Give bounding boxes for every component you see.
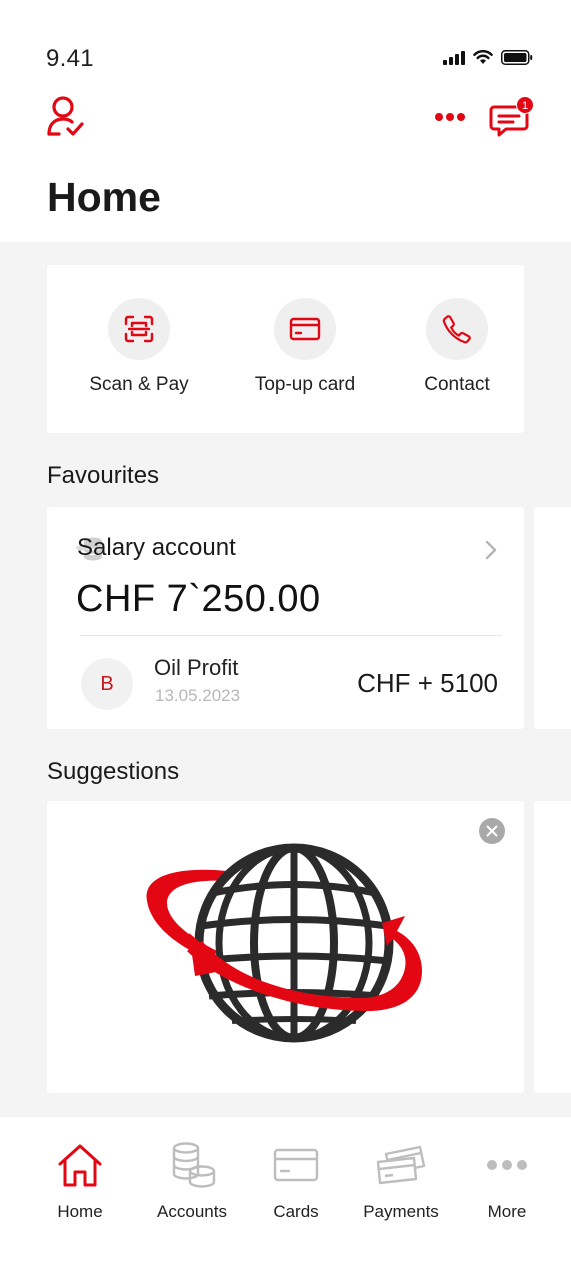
tab-home[interactable]: Home xyxy=(25,1137,135,1222)
coins-icon xyxy=(172,1142,216,1188)
quick-action-scan-pay[interactable]: Scan & Pay xyxy=(86,298,192,396)
status-time: 9.41 xyxy=(46,45,94,72)
profile-button[interactable] xyxy=(44,94,88,142)
next-favourite-card-peek[interactable] xyxy=(534,507,571,729)
quick-action-top-up-card[interactable]: Top-up card xyxy=(245,298,365,396)
suggestion-card[interactable] xyxy=(47,801,524,1093)
quick-action-label: Top-up card xyxy=(254,374,356,395)
transaction-date: 13.05.2023 xyxy=(155,686,241,705)
transaction-amount: CHF + 5100 xyxy=(357,668,498,698)
status-icons xyxy=(443,50,533,65)
next-suggestion-card-peek[interactable] xyxy=(534,801,571,1093)
phone-icon xyxy=(442,315,471,344)
signal-icon xyxy=(443,50,465,65)
suggestions-title: Suggestions xyxy=(47,758,180,785)
wifi-icon xyxy=(473,50,493,64)
tab-payments[interactable]: Payments xyxy=(346,1137,456,1222)
tab-accounts[interactable]: Accounts xyxy=(137,1137,247,1222)
close-suggestion-button[interactable] xyxy=(479,818,505,844)
tab-label: Accounts xyxy=(157,1202,227,1221)
card-icon xyxy=(273,1148,319,1182)
home-icon xyxy=(58,1144,102,1187)
more-dots-icon xyxy=(487,1160,527,1170)
scan-icon xyxy=(124,315,154,343)
tab-label: Home xyxy=(57,1202,103,1221)
quick-action-contact[interactable]: Contact xyxy=(407,298,507,396)
more-dots-icon xyxy=(435,113,465,121)
transaction-name: Oil Profit xyxy=(154,655,239,680)
account-name: Salary account xyxy=(77,534,236,561)
payments-icon xyxy=(376,1145,426,1185)
page-title: Home xyxy=(47,174,161,220)
more-options-button[interactable] xyxy=(434,108,466,126)
card-icon xyxy=(289,317,321,341)
tab-label: Cards xyxy=(273,1202,319,1221)
account-balance: CHF 7`250.00 xyxy=(76,578,321,620)
globe-arrows-illustration xyxy=(146,843,422,1043)
quick-action-label: Contact xyxy=(424,374,490,395)
divider xyxy=(80,635,502,636)
tab-cards[interactable]: Cards xyxy=(241,1137,351,1222)
notification-badge: 1 xyxy=(516,96,534,114)
quick-actions-card: Scan & Pay Top-up card Contact xyxy=(47,265,524,433)
close-icon xyxy=(486,825,498,837)
chevron-right-icon[interactable] xyxy=(484,539,498,561)
favourites-title: Favourites xyxy=(47,462,160,489)
battery-icon xyxy=(501,50,533,65)
quick-action-label: Scan & Pay xyxy=(89,374,189,395)
tab-more[interactable]: More xyxy=(452,1137,562,1222)
tab-label: Payments xyxy=(363,1202,439,1221)
bottom-tab-bar: Home Accounts Cards Payments More xyxy=(0,1117,571,1280)
tab-label: More xyxy=(487,1202,527,1221)
user-check-icon xyxy=(47,96,84,136)
avatar: B xyxy=(81,658,133,710)
